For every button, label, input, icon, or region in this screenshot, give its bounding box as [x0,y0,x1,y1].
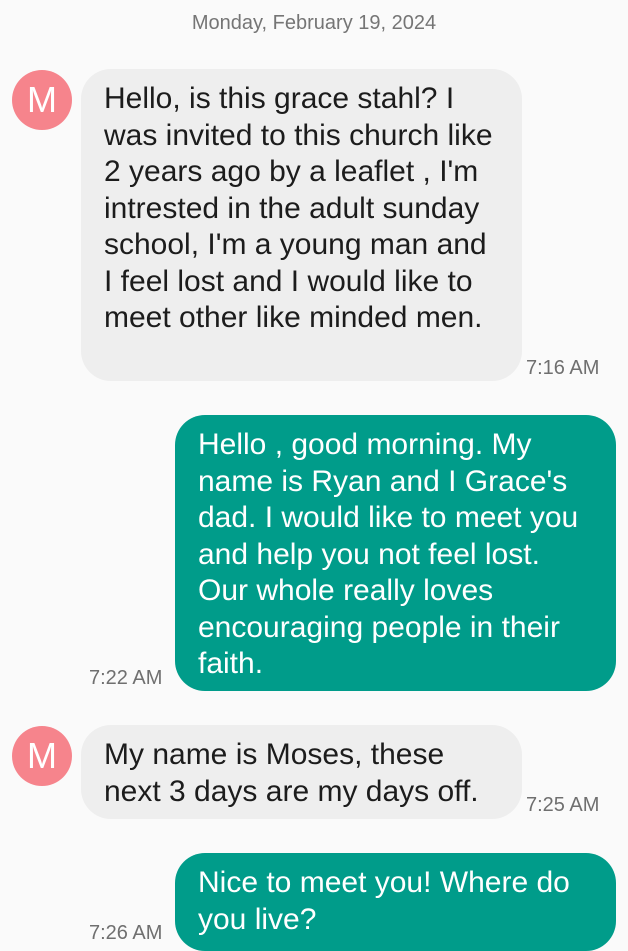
incoming-message-bubble[interactable]: My name is Moses, these next 3 days are … [81,725,522,819]
contact-avatar[interactable]: M [12,70,72,130]
contact-avatar[interactable]: M [12,726,72,786]
outgoing-message-bubble[interactable]: Hello , good morning. My name is Ryan an… [175,415,616,691]
message-timestamp: 7:16 AM [526,357,600,379]
message-timestamp: 7:26 AM [89,922,163,944]
message-timestamp: 7:22 AM [89,667,163,689]
outgoing-message-bubble[interactable]: Nice to meet you! Where do you live? [175,853,616,951]
message-timestamp: 7:25 AM [526,794,600,816]
date-header: Monday, February 19, 2024 [191,12,437,34]
incoming-message-bubble[interactable]: Hello, is this grace stahl? I was invite… [81,69,522,381]
